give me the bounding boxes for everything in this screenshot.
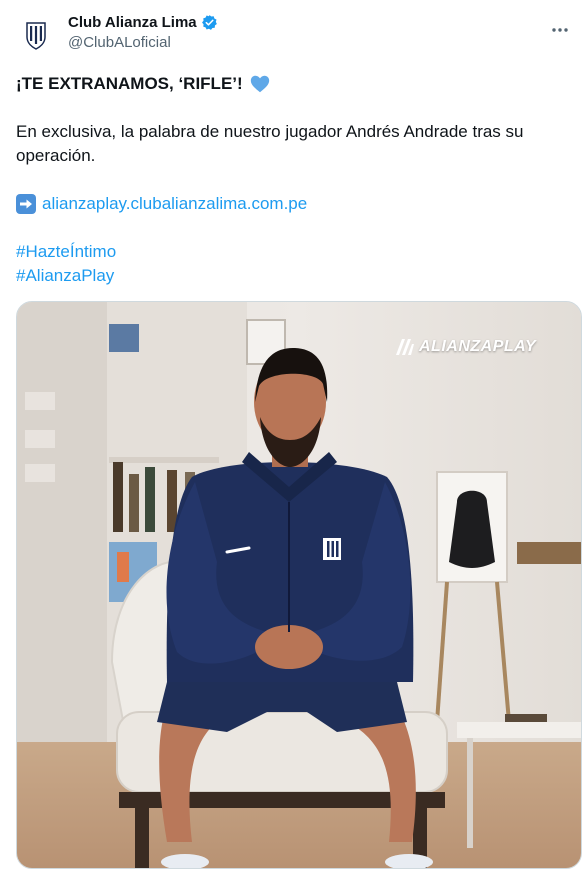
avatar[interactable] — [16, 16, 56, 56]
headline-text: ¡TE EXTRANAMOS, ‘RIFLE’! — [16, 74, 243, 93]
tweet-card[interactable]: Club Alianza Lima @ClubALoficial ¡TE EXT… — [0, 0, 588, 888]
hashtag-list: #HazteÍntimo #AlianzaPlay — [16, 240, 570, 288]
tweet-header: Club Alianza Lima @ClubALoficial — [16, 12, 576, 60]
link-row: alianzaplay.clubalianzalima.com.pe — [16, 192, 570, 216]
media-watermark: ALIANZAPLAY — [395, 338, 536, 356]
handle[interactable]: @ClubALoficial — [68, 34, 218, 51]
hashtag-link[interactable]: #AlianzaPlay — [16, 264, 570, 288]
display-name[interactable]: Club Alianza Lima — [68, 14, 197, 31]
alianzaplay-logo-icon — [395, 338, 415, 356]
right-arrow-emoji-icon — [16, 194, 36, 214]
author-names: Club Alianza Lima @ClubALoficial — [68, 14, 218, 51]
tweet-headline: ¡TE EXTRANAMOS, ‘RIFLE’! — [16, 72, 570, 96]
tweet-text: ¡TE EXTRANAMOS, ‘RIFLE’! En exclusiva, l… — [16, 72, 570, 288]
club-crest-icon — [26, 22, 46, 50]
watermark-text: ALIANZAPLAY — [419, 338, 537, 355]
media-photo — [17, 302, 581, 868]
hashtag-link[interactable]: #HazteÍntimo — [16, 240, 570, 264]
more-options-icon[interactable] — [548, 18, 572, 42]
external-link[interactable]: alianzaplay.clubalianzalima.com.pe — [42, 192, 307, 216]
verified-badge-icon — [201, 14, 218, 31]
tweet-paragraph: En exclusiva, la palabra de nuestro juga… — [16, 122, 524, 165]
tweet-media-image[interactable]: ALIANZAPLAY — [16, 301, 582, 869]
blue-heart-icon — [249, 73, 271, 95]
